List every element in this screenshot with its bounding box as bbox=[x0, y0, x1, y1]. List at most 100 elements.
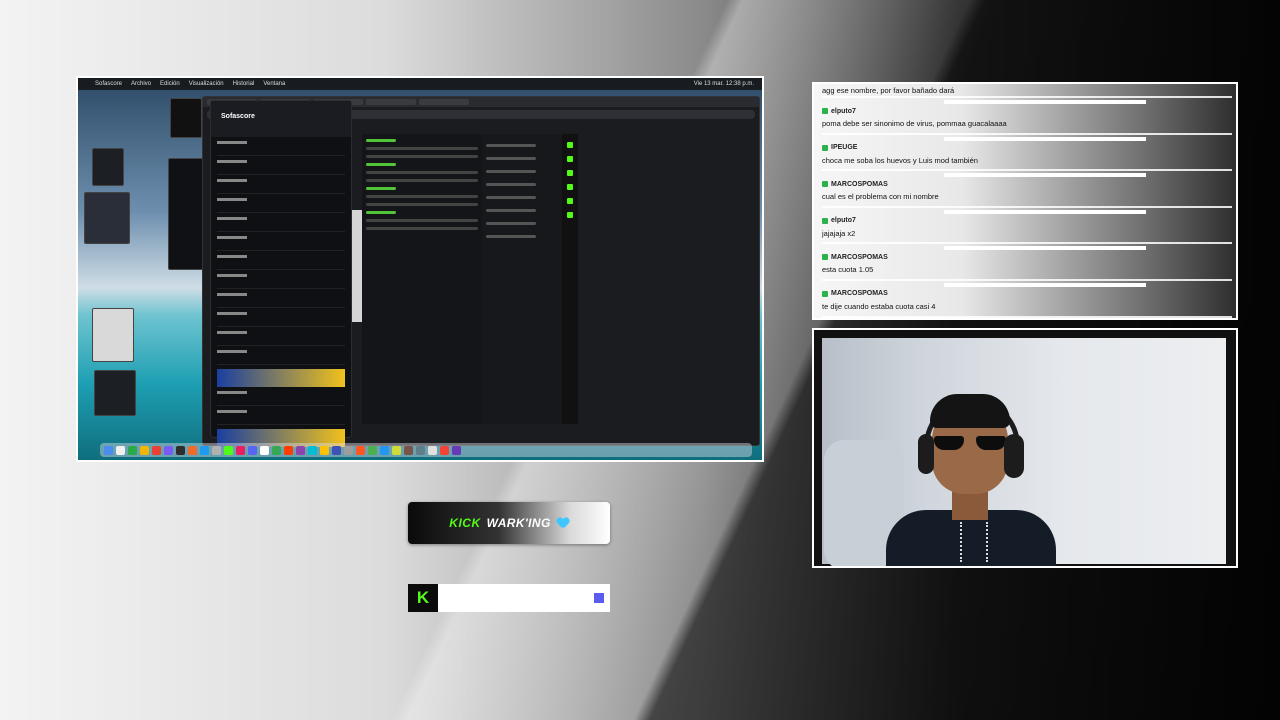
dock-app-icon[interactable] bbox=[284, 445, 293, 455]
dock-app-icon[interactable] bbox=[380, 445, 389, 455]
kick-chat-column bbox=[362, 134, 482, 424]
match-row[interactable] bbox=[217, 160, 345, 175]
dock-app-icon[interactable] bbox=[308, 445, 317, 455]
desktop-window-thumb[interactable] bbox=[92, 148, 124, 186]
menu-archivo[interactable]: Archivo bbox=[131, 81, 151, 87]
browser-tab[interactable] bbox=[366, 99, 416, 105]
match-row[interactable] bbox=[217, 179, 345, 194]
chat-text: agg ese nombre, por favor bañado dará bbox=[822, 86, 955, 95]
menu-ventana[interactable]: Ventana bbox=[263, 81, 285, 87]
ad-banner[interactable] bbox=[217, 369, 345, 387]
tool-icon[interactable] bbox=[567, 212, 573, 218]
dock-app-icon[interactable] bbox=[332, 445, 341, 455]
dock-app-icon[interactable] bbox=[128, 445, 137, 455]
chat-line bbox=[366, 187, 396, 190]
chat-message: MARCOSPOMAS cual es el problema con mi n… bbox=[814, 173, 1236, 210]
match-row[interactable] bbox=[217, 217, 345, 232]
chat-message: elputo7 poma debe ser sinonimo de virus,… bbox=[814, 100, 1236, 137]
settings-item[interactable] bbox=[486, 222, 536, 225]
dock-app-icon[interactable] bbox=[260, 445, 269, 455]
dock-app-icon[interactable] bbox=[416, 445, 425, 455]
chat-line bbox=[366, 171, 478, 174]
kick-logo-icon: K bbox=[408, 584, 438, 612]
match-row[interactable] bbox=[217, 255, 345, 270]
settings-item[interactable] bbox=[486, 157, 536, 160]
desktop-window-thumb[interactable] bbox=[84, 192, 130, 244]
chat-message: elputo7 jajajaja x2 bbox=[814, 209, 1236, 247]
dock-app-icon[interactable] bbox=[248, 445, 257, 455]
match-row[interactable] bbox=[217, 350, 345, 365]
tool-icon[interactable] bbox=[567, 170, 573, 176]
settings-item[interactable] bbox=[486, 183, 536, 186]
chat-message: MARCOSPOMAS te dije cuando estaba cuota … bbox=[814, 282, 1236, 318]
desktop-window-thumb[interactable] bbox=[92, 308, 134, 362]
match-row[interactable] bbox=[217, 391, 345, 406]
settings-item[interactable] bbox=[486, 196, 536, 199]
dock-app-icon[interactable] bbox=[188, 445, 197, 455]
match-row[interactable] bbox=[217, 312, 345, 327]
dock-app-icon[interactable] bbox=[212, 445, 221, 455]
settings-item[interactable] bbox=[486, 235, 536, 238]
chat-text: jajajaja x2 bbox=[822, 228, 856, 238]
menu-app[interactable]: Sofascore bbox=[95, 81, 122, 87]
creator-sidebar bbox=[562, 134, 578, 424]
chat-line bbox=[366, 139, 396, 142]
tool-icon[interactable] bbox=[567, 184, 573, 190]
dock-app-icon[interactable] bbox=[272, 445, 281, 455]
match-row[interactable] bbox=[217, 141, 345, 156]
menu-historial[interactable]: Historial bbox=[233, 81, 255, 87]
dock-app-icon[interactable] bbox=[116, 445, 125, 455]
dock-app-icon[interactable] bbox=[296, 445, 305, 455]
dock-app-icon[interactable] bbox=[440, 445, 449, 455]
dock-app-icon[interactable] bbox=[164, 445, 173, 455]
dock-app-icon[interactable] bbox=[368, 445, 377, 455]
chat-line bbox=[366, 147, 478, 150]
tool-icon[interactable] bbox=[567, 198, 573, 204]
chat-line bbox=[366, 195, 478, 198]
dock-app-icon[interactable] bbox=[104, 445, 113, 455]
chat-text: esta cuota 1.05 bbox=[822, 265, 874, 275]
settings-item[interactable] bbox=[486, 170, 536, 173]
dock-app-icon[interactable] bbox=[356, 445, 365, 455]
match-row[interactable] bbox=[217, 410, 345, 425]
tool-icon[interactable] bbox=[567, 142, 573, 148]
menu-visualizacion[interactable]: Visualización bbox=[189, 81, 224, 87]
browser-tab[interactable] bbox=[419, 99, 469, 105]
dock-app-icon[interactable] bbox=[140, 445, 149, 455]
sofascore-header: Sofascore bbox=[211, 101, 351, 137]
match-row[interactable] bbox=[217, 274, 345, 289]
dock-app-icon[interactable] bbox=[236, 445, 245, 455]
dock-app-icon[interactable] bbox=[428, 445, 437, 455]
match-row[interactable] bbox=[217, 331, 345, 346]
match-row[interactable] bbox=[217, 293, 345, 308]
chat-text: choca me soba los huevos y Luis mod tamb… bbox=[822, 155, 978, 165]
badge-icon bbox=[822, 108, 828, 114]
dock-app-icon[interactable] bbox=[452, 445, 461, 455]
dock-app-icon[interactable] bbox=[392, 445, 401, 455]
streamer-hair bbox=[930, 394, 1010, 428]
dock-app-icon[interactable] bbox=[176, 445, 185, 455]
tool-icon[interactable] bbox=[567, 156, 573, 162]
dock-app-icon[interactable] bbox=[152, 445, 161, 455]
chat-line bbox=[366, 211, 396, 214]
headphone-right bbox=[1004, 434, 1024, 478]
streamer-handle: WARK'ING bbox=[486, 516, 551, 530]
menu-edicion[interactable]: Edición bbox=[160, 81, 180, 87]
chat-line bbox=[366, 203, 478, 206]
chain-necklace bbox=[960, 522, 988, 562]
dock-app-icon[interactable] bbox=[344, 445, 353, 455]
settings-item[interactable] bbox=[486, 144, 536, 147]
match-row[interactable] bbox=[217, 236, 345, 251]
settings-item[interactable] bbox=[486, 209, 536, 212]
match-row[interactable] bbox=[217, 198, 345, 213]
kick-brand: KICK bbox=[449, 516, 481, 530]
calendar-widget[interactable] bbox=[170, 98, 202, 138]
mac-menubar: Sofascore Archivo Edición Visualización … bbox=[78, 78, 762, 90]
dock-app-icon[interactable] bbox=[404, 445, 413, 455]
dock-app-icon[interactable] bbox=[224, 445, 233, 455]
dock-app-icon[interactable] bbox=[320, 445, 329, 455]
dock-app-icon[interactable] bbox=[200, 445, 209, 455]
weather-widget[interactable] bbox=[168, 158, 204, 270]
desktop-window-thumb[interactable] bbox=[94, 370, 136, 416]
headphone-left bbox=[918, 434, 934, 474]
